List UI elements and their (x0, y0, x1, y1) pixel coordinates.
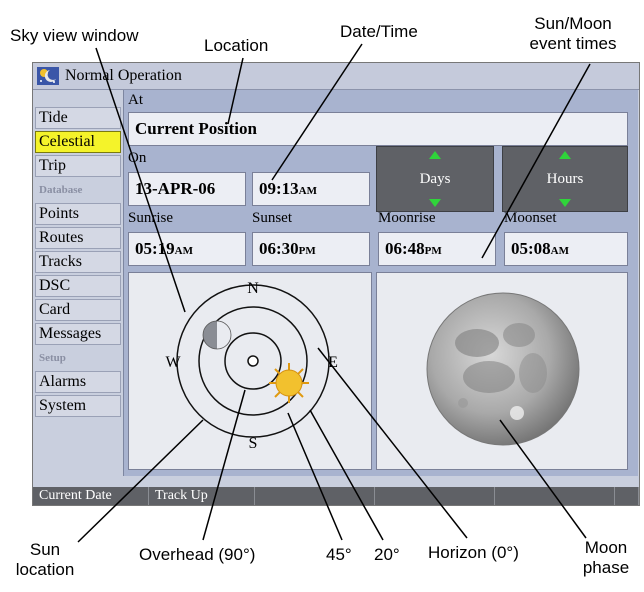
callout-sky-view-window: Sky view window (10, 26, 139, 45)
sidebar-item-celestial[interactable]: Celestial (35, 131, 121, 153)
sunrise-time: 05:19 (135, 239, 175, 258)
moon-phase-window (376, 272, 628, 470)
moon-phase-icon (426, 292, 580, 446)
sunset-label: Sunset (252, 210, 293, 226)
sidebar-item-tide[interactable]: Tide (35, 107, 121, 129)
softkey-6[interactable] (615, 487, 639, 505)
sidebar-item-alarms[interactable]: Alarms (35, 371, 121, 393)
sidebar-item-dsc[interactable]: DSC (35, 275, 121, 297)
callout-sun-moon-times: Sun/Moon event times (529, 14, 617, 53)
sidebar-item-card[interactable]: Card (35, 299, 121, 321)
moonrise-time-field: 06:48PM (378, 232, 496, 266)
callout-overhead: Overhead (90°) (139, 545, 256, 564)
sunrise-suffix: AM (174, 245, 193, 257)
time-field[interactable]: 09:13AM (252, 172, 370, 206)
softkey-5[interactable] (495, 487, 615, 505)
moonset-label: Moonset (504, 210, 557, 226)
arrow-up-icon (559, 151, 571, 159)
moonrise-time: 06:48 (385, 239, 425, 258)
sunset-time: 06:30 (259, 239, 299, 258)
sky-view-window: N S W E (128, 272, 372, 470)
hours-button-label: Hours (546, 171, 584, 187)
arrow-down-icon (429, 199, 441, 207)
sunset-suffix: PM (298, 245, 316, 257)
location-field[interactable]: Current Position (128, 112, 628, 146)
softkey-1[interactable]: Current Date (33, 487, 149, 505)
moonset-time-field: 05:08AM (504, 232, 628, 266)
callout-date-time: Date/Time (340, 22, 418, 41)
callout-horizon: Horizon (0°) (428, 543, 519, 562)
softkey-3[interactable] (255, 487, 375, 505)
sunrise-time-field: 05:19AM (128, 232, 246, 266)
sky-view-chart: N S W E (165, 280, 338, 452)
hours-button[interactable]: Hours (502, 146, 628, 212)
on-label: On (128, 150, 147, 166)
device-screen: Normal Operation Tide Celestial Trip Databa… (32, 62, 640, 506)
sidebar-item-routes[interactable]: Routes (35, 227, 121, 249)
callout-45-degrees: 45° (326, 545, 352, 564)
callout-sun-location: Sun location (15, 540, 75, 579)
sidebar: Tide Celestial Trip Database Points Routes Tra… (35, 107, 121, 419)
compass-south: S (249, 435, 258, 452)
sunrise-label: Sunrise (128, 210, 173, 226)
days-button-label: Days (419, 171, 451, 187)
moonset-time: 05:08 (511, 239, 551, 258)
callout-20-degrees: 20° (374, 545, 400, 564)
title-bar: Normal Operation (33, 63, 639, 90)
compass-north: N (247, 280, 259, 297)
days-button[interactable]: Days (376, 146, 494, 212)
date-field[interactable]: 13-APR-06 (128, 172, 246, 206)
window-title: Normal Operation (65, 67, 182, 84)
overhead-marker (247, 355, 259, 367)
celestial-panel: At Current Position On 13-APR-06 09:13AM… (123, 90, 638, 476)
moonrise-label: Moonrise (378, 210, 436, 226)
sidebar-section-database: Database (35, 179, 121, 201)
callout-location: Location (204, 36, 269, 55)
softkey-bar: Current Date Track Up (33, 487, 639, 505)
arrow-down-icon (559, 199, 571, 207)
compass-east: E (328, 354, 338, 371)
softkey-2[interactable]: Track Up (149, 487, 255, 505)
moonset-suffix: AM (550, 245, 569, 257)
sidebar-item-points[interactable]: Points (35, 203, 121, 225)
moonrise-suffix: PM (424, 245, 442, 257)
softkey-4[interactable] (375, 487, 495, 505)
sun-position-icon (269, 363, 309, 403)
callout-moon-phase: Moon phase (582, 538, 630, 577)
compass-west: W (165, 354, 181, 371)
time-value: 09:13 (259, 179, 299, 198)
moon-position-icon (202, 320, 232, 350)
time-suffix: AM (298, 185, 317, 197)
sunset-time-field: 06:30PM (252, 232, 370, 266)
sidebar-section-setup: Setup (35, 347, 121, 369)
sidebar-item-messages[interactable]: Messages (35, 323, 121, 345)
sidebar-item-trip[interactable]: Trip (35, 155, 121, 177)
arrow-up-icon (429, 151, 441, 159)
celestial-app-icon (37, 67, 59, 85)
sidebar-item-system[interactable]: System (35, 395, 121, 417)
sidebar-item-tracks[interactable]: Tracks (35, 251, 121, 273)
at-label: At (128, 92, 143, 108)
